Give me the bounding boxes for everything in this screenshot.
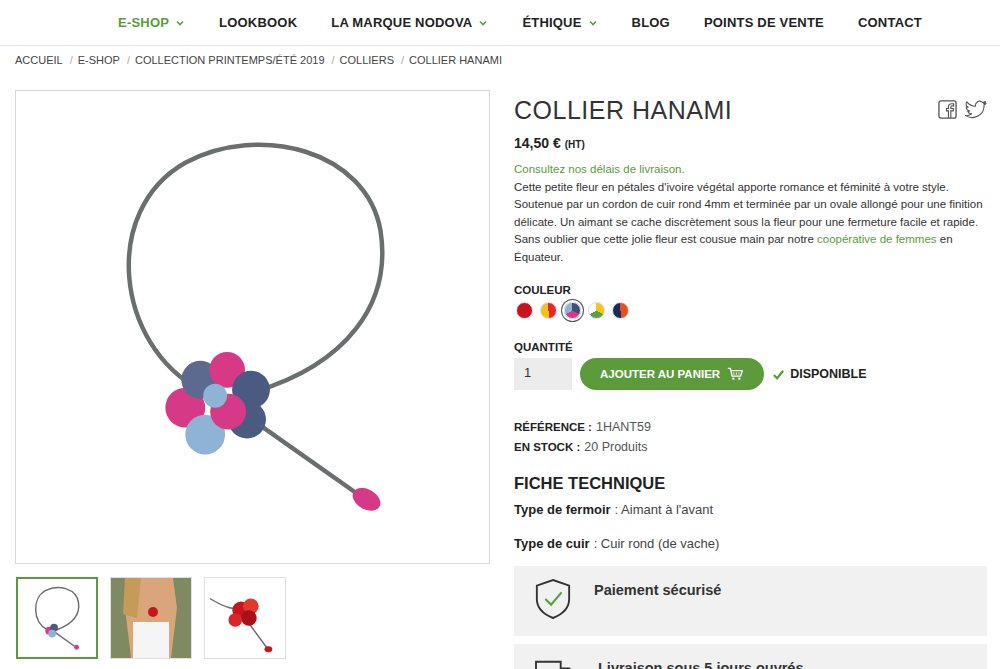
twitter-icon[interactable]	[965, 100, 987, 119]
color-swatch[interactable]	[516, 302, 533, 319]
truck-icon	[534, 656, 576, 669]
breadcrumb-item[interactable]: COLLIERS	[340, 52, 394, 68]
description-link[interactable]: coopérative de femmes	[817, 233, 937, 245]
color-swatch[interactable]	[564, 302, 581, 319]
price-tax: (HT)	[565, 139, 585, 150]
delivery-link[interactable]: Consultez nos délais de livraison.	[514, 161, 987, 179]
breadcrumb-item[interactable]: E-SHOP	[78, 52, 120, 68]
chevron-down-icon	[588, 18, 598, 28]
nav-item[interactable]: LOOKBOOK	[219, 15, 297, 30]
quantity-label: QUANTITÉ	[514, 339, 987, 355]
model-photo-icon	[111, 578, 191, 658]
thumbnail[interactable]	[16, 577, 98, 659]
cart-icon	[727, 367, 744, 381]
spec-list: Type de fermoir: Aimant à l'avant Type de…	[514, 501, 987, 553]
nav-item[interactable]: BLOG	[632, 15, 670, 30]
nav-item[interactable]: CONTACT	[858, 15, 922, 30]
nav-item[interactable]: POINTS DE VENTE	[704, 15, 824, 30]
breadcrumb-item[interactable]: ACCUEIL	[15, 52, 63, 68]
share-links	[938, 94, 987, 119]
breadcrumb: ACCUEIL / E-SHOP / COLLECTION PRINTEMPS/ÉTÉ …	[0, 46, 1000, 68]
necklace-icon	[16, 91, 488, 562]
nav-item[interactable]: ÉTHIQUE	[522, 15, 597, 30]
nav-item[interactable]: LA MARQUE NODOVA	[331, 15, 488, 30]
title-row: COLLIER HANAMI	[514, 94, 987, 126]
breadcrumb-separator: /	[401, 52, 404, 68]
quantity-input[interactable]: 1	[514, 358, 572, 390]
feature-box: Paiement sécurisé	[514, 566, 987, 636]
thumbnail-list	[15, 577, 490, 659]
product-main: COLLIER HANAMI 14,50 € (HT) Consultez nos d…	[0, 90, 1000, 669]
product-page: E-SHOP LOOKBOOK LA MARQUE NODOVA ÉTHIQUE BLO…	[0, 0, 1000, 669]
product-info: COLLIER HANAMI 14,50 € (HT) Consultez nos d…	[514, 90, 987, 669]
color-swatch[interactable]	[588, 302, 605, 319]
check-icon	[772, 368, 785, 381]
breadcrumb-separator: /	[70, 52, 73, 68]
spec-row: Type de fermoir: Aimant à l'avant	[514, 501, 987, 519]
color-swatch[interactable]	[540, 302, 557, 319]
spec-title: FICHE TECHNIQUE	[514, 473, 987, 493]
description: Cette petite fleur en pétales d'ivoire v…	[514, 179, 987, 267]
product-image	[15, 90, 490, 564]
gallery	[15, 90, 490, 669]
chevron-down-icon	[478, 18, 488, 28]
thumbnail[interactable]	[204, 577, 286, 659]
spec-row: Type de cuir: Cuir rond (de vache)	[514, 535, 987, 553]
breadcrumb-item[interactable]: COLLIER HANAMI	[409, 52, 502, 68]
product-title: COLLIER HANAMI	[514, 94, 732, 126]
color-swatch[interactable]	[612, 302, 629, 319]
feature-list: Paiement sécurisé Livraison sous 5 jours …	[514, 566, 987, 669]
breadcrumb-item[interactable]: COLLECTION PRINTEMPS/ÉTÉ 2019	[135, 52, 325, 68]
necklace-thumb-icon	[18, 579, 96, 657]
price-amount: 14,50 €	[514, 135, 561, 151]
color-label: COULEUR	[514, 282, 987, 298]
detail-row: RÉFÉRENCE :1HANT59	[514, 417, 987, 437]
color-swatches	[514, 302, 987, 319]
closeup-photo-icon	[206, 579, 284, 657]
price: 14,50 € (HT)	[514, 134, 987, 154]
detail-row: EN STOCK :20 Produits	[514, 437, 987, 457]
breadcrumb-separator: /	[127, 52, 130, 68]
feature-box: Livraison sous 5 jours ouvrés	[514, 644, 987, 669]
nav-item[interactable]: E-SHOP	[118, 15, 185, 30]
breadcrumb-separator: /	[332, 52, 335, 68]
add-to-cart-button[interactable]: AJOUTER AU PANIER	[580, 358, 764, 390]
product-details: RÉFÉRENCE :1HANT59EN STOCK :20 Produits	[514, 417, 987, 457]
thumbnail[interactable]	[110, 577, 192, 659]
availability: DISPONIBLE	[772, 367, 866, 381]
shield-icon	[534, 578, 572, 620]
buy-row: 1AJOUTER AU PANIER DISPONIBLE	[514, 358, 987, 390]
facebook-icon[interactable]	[938, 100, 957, 119]
main-nav: E-SHOP LOOKBOOK LA MARQUE NODOVA ÉTHIQUE BLO…	[0, 0, 1000, 46]
chevron-down-icon	[175, 18, 185, 28]
